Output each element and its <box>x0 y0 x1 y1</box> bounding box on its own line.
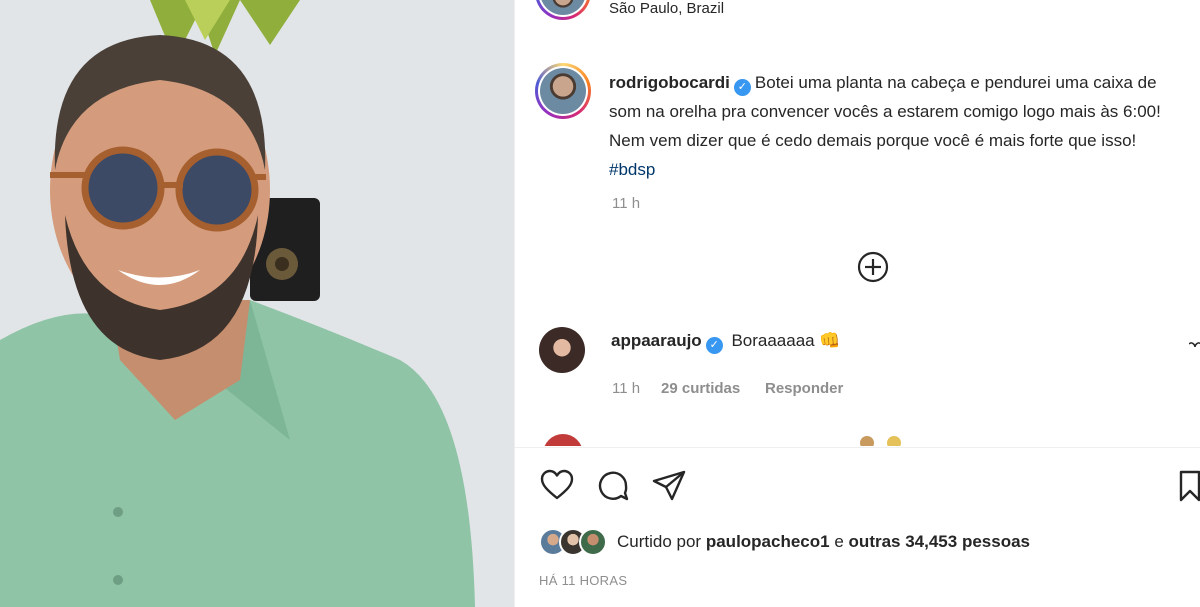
comment-reply[interactable]: Responder <box>765 380 843 397</box>
add-comment-icon[interactable] <box>857 251 889 283</box>
likes-others[interactable]: outras 34,453 pessoas <box>849 532 1030 551</box>
liker-avatar[interactable] <box>579 528 607 556</box>
verified-icon: ✓ <box>705 337 723 354</box>
comment-avatar[interactable] <box>539 327 585 373</box>
likes-conjunction: e <box>834 532 844 551</box>
likes-summary: Curtido por paulopacheco1 e outras 34,45… <box>539 528 1030 556</box>
share-icon[interactable] <box>651 468 687 504</box>
caption-avatar[interactable] <box>535 63 591 119</box>
photo-illustration <box>0 0 514 607</box>
comment-likes[interactable]: 29 curtidas <box>661 380 740 397</box>
reply-button[interactable]: Responder <box>765 380 843 397</box>
comment-icon[interactable] <box>595 468 631 504</box>
next-comment-peek <box>515 432 1200 446</box>
comment-text: Boraaaaaa <box>731 331 815 350</box>
caption-hashtag[interactable]: #bdsp <box>609 160 655 179</box>
likes-prefix: Curtido por <box>617 532 702 551</box>
comment-username[interactable]: appaaraujo <box>611 331 702 350</box>
likes-text: Curtido por paulopacheco1 e outras 34,45… <box>617 532 1030 552</box>
heart-icon[interactable] <box>539 468 575 504</box>
bookmark-icon[interactable] <box>1179 470 1200 502</box>
post-photo[interactable] <box>0 0 514 607</box>
actions-divider <box>515 447 1200 448</box>
caption-time[interactable]: 11 h <box>612 195 640 212</box>
caption-username[interactable]: rodrigobocardi <box>609 73 730 92</box>
comment-time[interactable]: 11 h <box>612 380 640 397</box>
verified-icon: ✓ <box>733 79 751 96</box>
post-caption: rodrigobocardi ✓ Botei uma planta na cabeç… <box>609 68 1179 184</box>
header-avatar[interactable] <box>535 0 591 20</box>
comment-likes-count[interactable]: 29 curtidas <box>661 380 740 397</box>
post-side-panel: São Paulo, Brazil rodrigobocardi ✓ Botei u… <box>514 0 1200 607</box>
post-timestamp[interactable]: HÁ 11 HORAS <box>539 573 627 588</box>
comment: appaaraujo ✓ Boraaaaaa 👊 <box>611 331 841 354</box>
comment-heart-icon[interactable] <box>1189 342 1200 358</box>
post-location[interactable]: São Paulo, Brazil <box>609 0 724 17</box>
likes-user[interactable]: paulopacheco1 <box>706 532 830 551</box>
action-bar <box>539 468 687 504</box>
comment-emoji: 👊 <box>819 331 841 350</box>
